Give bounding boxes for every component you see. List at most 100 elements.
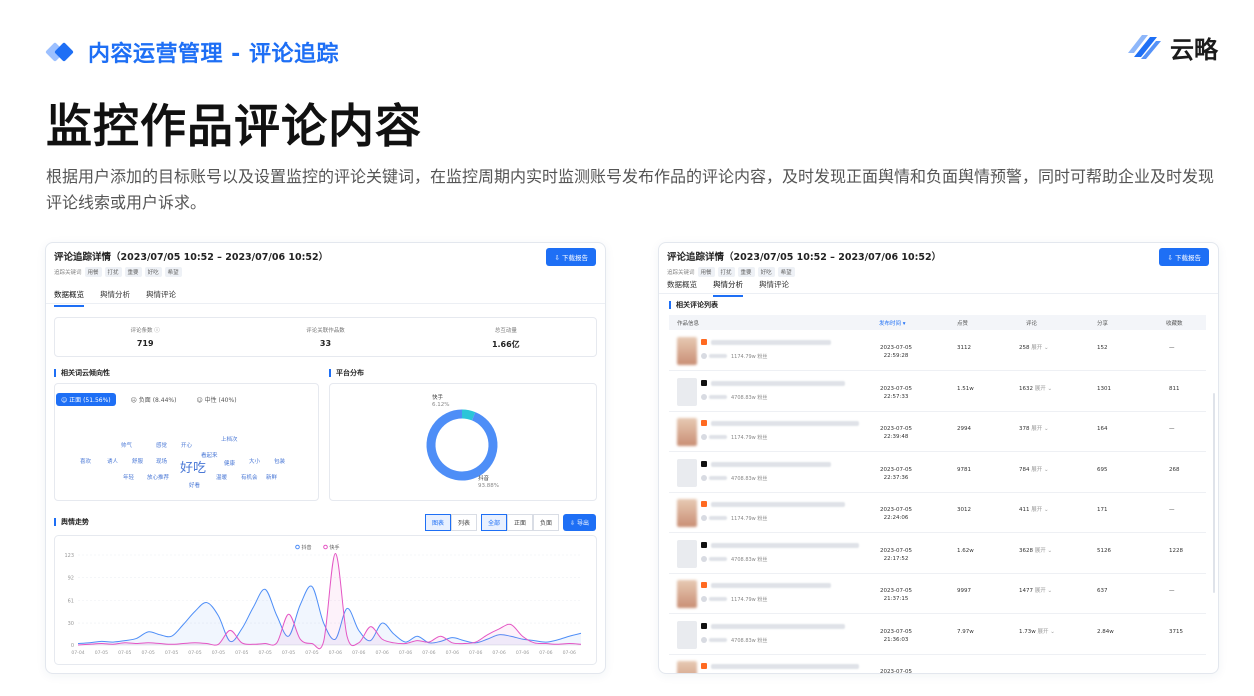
- blurred-author: [709, 597, 727, 601]
- likes-count: 7.97w: [957, 628, 974, 635]
- brand-name: 云略: [1170, 36, 1218, 64]
- sentiment-positive-tab[interactable]: ☺ 正面 (51.56%): [56, 393, 116, 406]
- blurred-title: [711, 502, 845, 507]
- expand-link[interactable]: 展开: [1038, 629, 1049, 635]
- tab-overview[interactable]: 数据概览: [667, 279, 697, 297]
- expand-link[interactable]: 展开: [1031, 507, 1042, 513]
- comment-list-panel: 评论追踪详情（2023/07/05 10:52 – 2023/07/06 10:…: [658, 242, 1219, 674]
- stat-total-interactions: 总互动量 1.66亿: [416, 318, 596, 356]
- publish-date: 2023-07-05: [880, 669, 912, 674]
- tab-sentiment-analysis[interactable]: 舆情分析: [713, 279, 743, 297]
- stats-card: 评论条数 ⓘ 719 评论关联作品数 33 总互动量 1.66亿: [54, 317, 597, 357]
- favorites-count: 811: [1169, 385, 1180, 392]
- expand-link[interactable]: 展开: [1035, 588, 1046, 594]
- publish-clock: 22:57:33: [883, 393, 909, 400]
- douyin-icon: [701, 541, 707, 548]
- x-tick-label: 07-06: [399, 650, 412, 656]
- sentiment-neutral-tab[interactable]: ☺ 中性 (40%): [191, 393, 241, 406]
- blurred-author: [709, 516, 727, 520]
- platform-donut-chart: [426, 409, 498, 481]
- shares-count: 164: [1097, 426, 1108, 432]
- keyword-label: 追踪关键词: [667, 270, 695, 276]
- tab-overview[interactable]: 数据概览: [54, 289, 84, 307]
- blurred-title: [711, 461, 831, 467]
- tab-divider: [659, 293, 1218, 294]
- shares-count: 695: [1097, 466, 1108, 473]
- word-cloud-term: 现场: [156, 459, 168, 465]
- shares-count: 637: [1097, 588, 1108, 594]
- donut-slice-0[interactable]: [461, 409, 476, 421]
- table-row[interactable]: 4708.83w 粉丝 2023-07-05 21:36:03 7.97w 1.73w …: [669, 615, 1206, 655]
- publish-time: 2023-07-05 22:17:52: [871, 547, 921, 563]
- chevron-down-icon: ⌄: [1045, 385, 1053, 392]
- expand-link[interactable]: 展开: [1035, 386, 1046, 392]
- filter-positive-button[interactable]: 正面: [507, 514, 534, 531]
- expand-link[interactable]: 展开: [1031, 467, 1042, 473]
- work-thumbnail[interactable]: [677, 377, 697, 406]
- table-row[interactable]: 1174.79w 粉丝 2023-07-05 22:24:06 3012 411 展开 …: [669, 493, 1206, 533]
- fan-count: 4708.83w 粉丝: [731, 394, 768, 401]
- work-thumbnail[interactable]: [677, 337, 697, 365]
- col-publish-time[interactable]: 发布时间 ▾: [879, 319, 906, 327]
- work-thumbnail[interactable]: [677, 620, 697, 649]
- publish-date: 2023-07-05: [880, 426, 912, 432]
- x-tick-label: 07-06: [375, 650, 388, 656]
- table-row[interactable]: 1174.79w 粉丝 2023-07-05 21:37:15 9997 1477 展开…: [669, 574, 1206, 614]
- pie-label-douyin: 抖音 93.88%: [478, 476, 499, 490]
- legend-label: 抖音: [302, 544, 312, 551]
- stat-comment-count: 评论条数 ⓘ 719: [55, 318, 235, 356]
- tab-sentiment-comments[interactable]: 舆情评论: [146, 289, 176, 307]
- favorites-count: —: [1169, 507, 1175, 513]
- table-row[interactable]: 4708.83w 粉丝 2023-07-05 22:17:52 1.62w 3628 展…: [669, 534, 1206, 574]
- blurred-title: [711, 583, 831, 588]
- stat-label: 评论关联作品数: [306, 328, 345, 334]
- table-row[interactable]: 2023-07-05: [669, 655, 1206, 674]
- kuaishou-icon: [701, 582, 707, 588]
- expand-link[interactable]: 展开: [1035, 548, 1046, 554]
- view-chart-button[interactable]: 图表: [425, 514, 452, 531]
- tab-sentiment-analysis[interactable]: 舆情分析: [100, 289, 130, 307]
- fan-count: 1174.79w 粉丝: [731, 354, 768, 360]
- stat-label: 总互动量: [494, 328, 517, 334]
- comments-count: 378 展开 ⌄: [1019, 425, 1049, 433]
- work-thumbnail[interactable]: [677, 580, 697, 608]
- filter-all-button[interactable]: 全部: [481, 514, 508, 531]
- blurred-author: [709, 394, 727, 399]
- keyword-tag: 希望: [164, 267, 182, 277]
- export-button[interactable]: ⇩ 导出: [563, 514, 596, 531]
- view-list-button[interactable]: 列表: [451, 514, 478, 531]
- download-report-button[interactable]: ⇩ 下载报告: [1159, 248, 1209, 266]
- filter-negative-button[interactable]: 负面: [533, 514, 560, 531]
- sentiment-negative-tab[interactable]: ☹ 负面 (8.44%): [126, 393, 182, 406]
- legend-label: 快手: [330, 544, 340, 551]
- work-thumbnail[interactable]: [677, 458, 697, 487]
- y-tick-label: 92: [68, 576, 74, 582]
- table-row[interactable]: 1174.79w 粉丝 2023-07-05 22:59:28 3112 258 展开 …: [669, 331, 1206, 371]
- col-work-info: 作品信息: [677, 321, 700, 327]
- table-row[interactable]: 1174.79w 粉丝 2023-07-05 22:39:48 2994 378 展开 …: [669, 412, 1206, 452]
- expand-link[interactable]: 展开: [1031, 345, 1042, 351]
- keyword-tag: 重要: [124, 267, 142, 277]
- work-thumbnail[interactable]: [677, 418, 697, 446]
- list-title: 相关评论列表: [669, 301, 718, 309]
- panel-title: 评论追踪详情（2023/07/05 10:52 – 2023/07/06 10:…: [54, 252, 329, 263]
- avatar: [701, 636, 707, 643]
- work-thumbnail[interactable]: [677, 539, 697, 568]
- work-thumbnail[interactable]: [677, 661, 697, 673]
- expand-link[interactable]: 展开: [1031, 426, 1042, 432]
- table-header: 作品信息 发布时间 ▾ 点赞 评论 分享 收藏数: [669, 315, 1206, 330]
- table-row[interactable]: 4708.83w 粉丝 2023-07-05 22:57:33 1.51w 1632 展…: [669, 372, 1206, 412]
- download-report-button[interactable]: ⇩ 下载报告: [546, 248, 596, 266]
- donut-slice-1[interactable]: [426, 409, 498, 481]
- blurred-title: [711, 623, 845, 629]
- table-row[interactable]: 4708.83w 粉丝 2023-07-05 22:37:36 9781 784 展开 …: [669, 453, 1206, 493]
- tab-sentiment-comments[interactable]: 舆情评论: [759, 279, 789, 297]
- publish-clock: 21:36:03: [883, 636, 909, 643]
- x-tick-label: 07-05: [212, 650, 225, 656]
- keyword-tag: 打扰: [104, 267, 122, 277]
- publish-time: 2023-07-05 22:59:28: [871, 344, 921, 360]
- comments-count: 258 展开 ⌄: [1019, 344, 1049, 352]
- work-thumbnail[interactable]: [677, 499, 697, 527]
- scrollbar[interactable]: [1213, 393, 1215, 593]
- blurred-author: [709, 435, 727, 439]
